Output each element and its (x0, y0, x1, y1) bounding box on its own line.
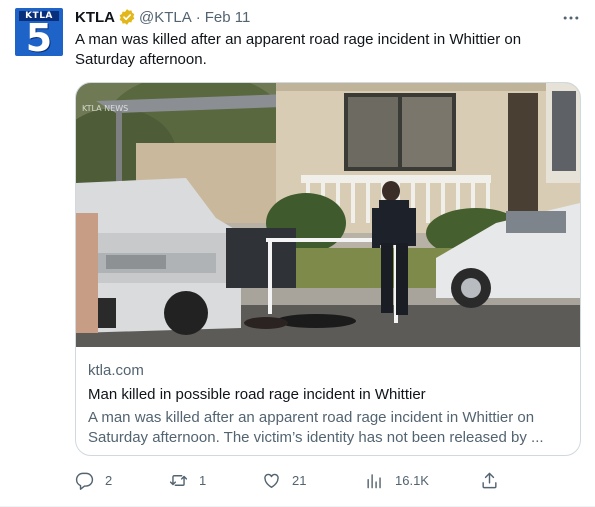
avatar-logo-number: 5 (25, 16, 53, 56)
reply-icon (75, 472, 94, 490)
handle[interactable]: @KTLA (139, 9, 192, 26)
tweet-header: KTLA @KTLA · Feb 11 (75, 7, 250, 27)
more-icon[interactable] (556, 6, 586, 30)
like-count: 21 (292, 472, 307, 488)
retweet-icon (169, 474, 188, 486)
action-bar: 2 1 21 16.1K (75, 468, 505, 492)
separator-dot: · (195, 8, 201, 26)
tweet-date[interactable]: Feb 11 (205, 9, 251, 26)
card-title[interactable]: Man killed in possible road rage inciden… (88, 385, 572, 405)
card-meta: ktla.com Man killed in possible road rag… (88, 361, 572, 448)
views-icon (367, 473, 381, 488)
retweet-count: 1 (199, 472, 207, 488)
tweet[interactable]: KTLA 5 KTLA @KTLA · Feb 11 A man was kil… (0, 0, 595, 507)
tweet-text: A man was killed after an apparent road … (75, 31, 522, 68)
card-image[interactable]: KTLA NEWS (76, 83, 580, 347)
views-button[interactable]: 16.1K (365, 468, 429, 492)
share-button[interactable] (480, 468, 510, 492)
retweet-button[interactable]: 1 (169, 468, 206, 492)
image-watermark: KTLA NEWS (82, 104, 128, 113)
share-icon (482, 472, 497, 488)
reply-button[interactable]: 2 (75, 468, 112, 492)
link-card[interactable]: KTLA NEWS ktla.com Man killed in possibl… (75, 82, 581, 456)
reply-count: 2 (105, 472, 113, 488)
like-button[interactable]: 21 (262, 468, 306, 492)
card-domain: ktla.com (88, 362, 144, 379)
views-count: 16.1K (395, 472, 429, 488)
like-icon (264, 473, 279, 488)
card-description: A man was killed after an apparent road … (88, 409, 544, 446)
display-name[interactable]: KTLA (75, 9, 115, 26)
verified-badge-icon (118, 8, 136, 26)
avatar[interactable]: KTLA 5 (15, 8, 63, 56)
